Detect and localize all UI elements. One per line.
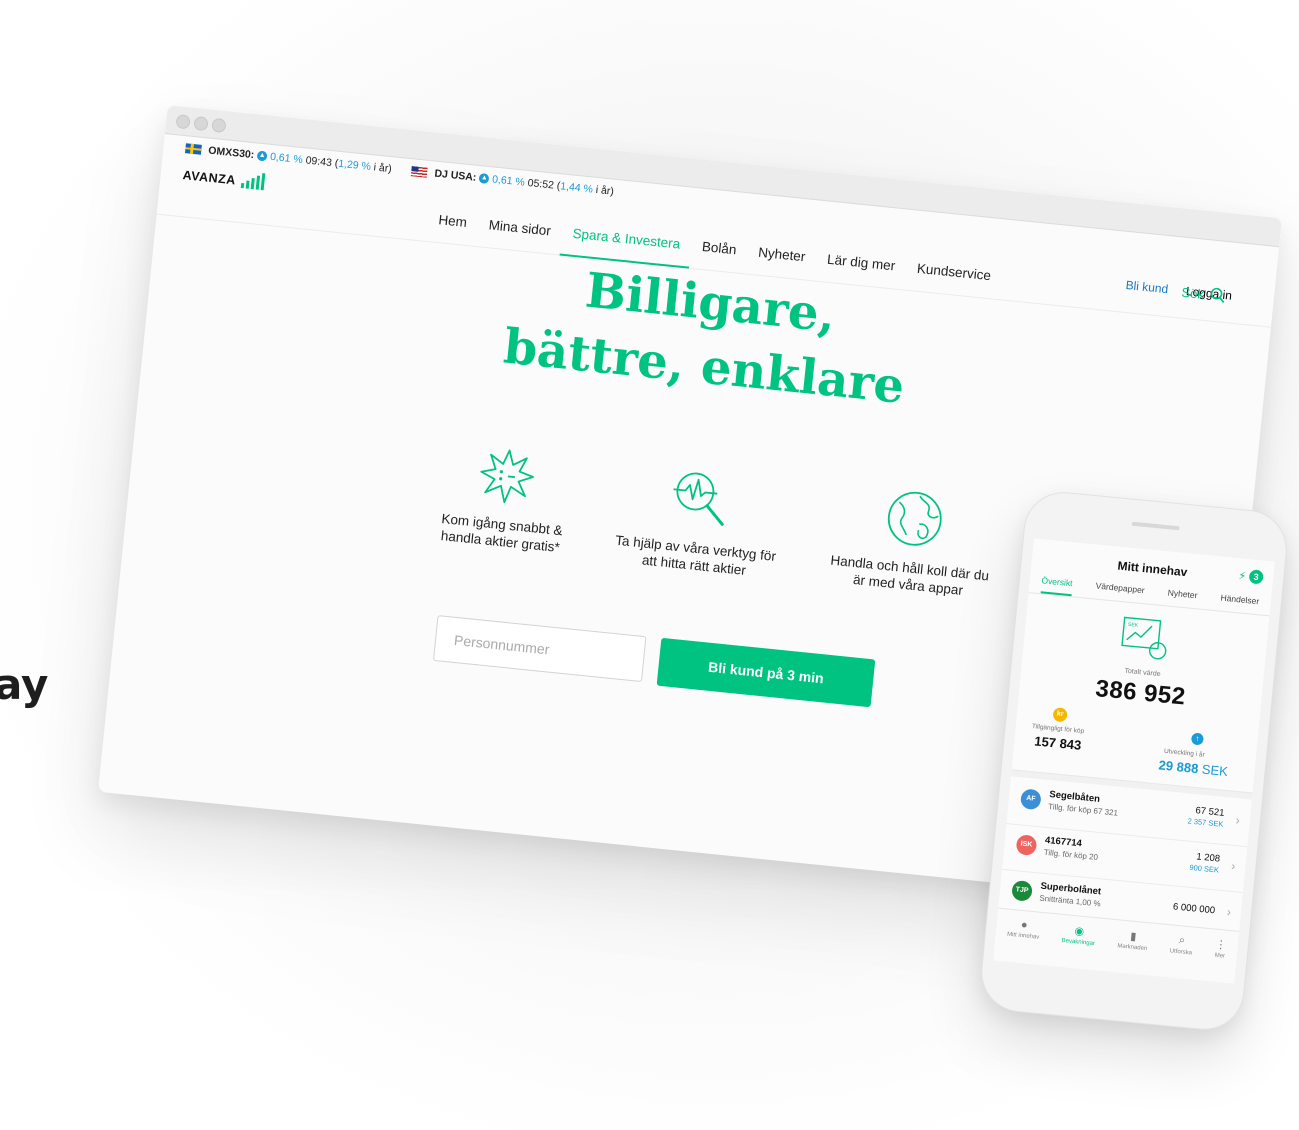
bottom-nav-marknaden[interactable]: ▮ Marknaden bbox=[1115, 920, 1150, 975]
development-label: Utveckling i år bbox=[1163, 747, 1206, 759]
bottom-nav-label: Bevakningar bbox=[1061, 937, 1096, 948]
person-icon: ● bbox=[1020, 918, 1029, 932]
chevron-right-icon: › bbox=[1235, 813, 1241, 828]
account-type-avatar: AF bbox=[1019, 788, 1042, 811]
ticker-change: 0,61 % bbox=[491, 173, 526, 189]
search-icon bbox=[1210, 287, 1225, 303]
globe-icon bbox=[887, 491, 942, 546]
bar-chart-icon: ▮ bbox=[1129, 930, 1137, 944]
tab-oversikt[interactable]: Översikt bbox=[1040, 575, 1074, 597]
logo-bars-icon bbox=[240, 172, 266, 191]
bottom-nav-bevakningar[interactable]: ◉ Bevakningar bbox=[1059, 915, 1097, 970]
search-icon: ⌕ bbox=[1178, 934, 1186, 947]
ticker-time: 05:52 bbox=[527, 176, 555, 192]
development-amount: 29 888 bbox=[1158, 757, 1200, 777]
account-name: 4167714 bbox=[1044, 834, 1083, 850]
notifications-badge[interactable]: ⚡ 3 bbox=[1237, 568, 1264, 585]
account-sub: Tillg. för köp 67 321 bbox=[1047, 802, 1119, 818]
more-vertical-icon: ⋮ bbox=[1214, 938, 1227, 952]
phone-device: Mitt innehav ⚡ 3 Översikt Värdepapper Ny… bbox=[977, 488, 1291, 1034]
badge-count: 3 bbox=[1248, 569, 1264, 585]
signup-cta-button[interactable]: Bli kund på 3 min bbox=[656, 637, 876, 708]
nav-hem[interactable]: Hem bbox=[425, 207, 479, 247]
account-type-avatar: ISK bbox=[1015, 834, 1038, 856]
avanza-logo[interactable]: AVANZA bbox=[182, 166, 266, 191]
bolt-icon: ⚡ bbox=[1237, 569, 1247, 583]
phone-screen: Mitt innehav ⚡ 3 Översikt Värdepapper Ny… bbox=[993, 538, 1275, 984]
feature-apps: Handla och håll koll där du är med våra … bbox=[813, 478, 1013, 603]
bottom-nav-utforska[interactable]: ⌕ Utforska bbox=[1167, 925, 1194, 979]
feature-quick-start: Kom igång snabbt & handla aktier gratis* bbox=[425, 439, 585, 558]
arrow-up-icon: ↑ bbox=[1190, 732, 1204, 746]
account-sub: Tillg. för köp 20 bbox=[1043, 847, 1099, 862]
chevron-right-icon: › bbox=[1230, 858, 1237, 874]
ticker-year-change: 1,44 % bbox=[559, 180, 594, 196]
feature-tools: Ta hjälp av våra verktyg för att hitta r… bbox=[599, 457, 799, 584]
account-change: 900 SEK bbox=[1189, 862, 1220, 875]
nav-bolan[interactable]: Bolån bbox=[689, 234, 749, 275]
burst-icon bbox=[480, 449, 534, 504]
clipped-heading-fragment: ay bbox=[0, 660, 49, 709]
ticker-year-change: 1,29 % bbox=[337, 157, 372, 173]
coin-icon: kr bbox=[1052, 707, 1068, 723]
bottom-nav-label: Marknaden bbox=[1117, 943, 1148, 953]
ticker-year-suffix: i år) bbox=[592, 183, 615, 198]
bottom-nav-mitt-innehav[interactable]: ● Mitt innehav bbox=[1004, 910, 1041, 965]
personnummer-input[interactable] bbox=[432, 615, 647, 683]
bottom-nav-label: Mitt innehav bbox=[1006, 931, 1040, 941]
magnifier-chart-icon bbox=[673, 472, 724, 526]
account-value: 6 000 000 bbox=[1172, 901, 1216, 917]
bottom-nav-label: Mer bbox=[1214, 952, 1226, 960]
window-minimize-button[interactable] bbox=[193, 115, 209, 132]
bottom-nav-mer[interactable]: ⋮ Mer bbox=[1212, 930, 1228, 983]
signup-link[interactable]: Bli kund bbox=[1125, 278, 1169, 296]
chevron-right-icon: › bbox=[1226, 904, 1232, 919]
logo-text: AVANZA bbox=[182, 168, 237, 188]
development-value: 29 888 SEK bbox=[1158, 757, 1229, 779]
bottom-nav-label: Utforska bbox=[1169, 948, 1193, 957]
account-value: 1 208 bbox=[1195, 851, 1221, 865]
sweden-flag-icon bbox=[184, 143, 202, 155]
ticker-name: OMXS30: bbox=[207, 144, 255, 162]
portfolio-chart-icon: SEK bbox=[1121, 616, 1167, 660]
account-type-avatar: TJP bbox=[1011, 879, 1033, 902]
phone-speaker bbox=[1131, 521, 1180, 531]
search-label: Sök bbox=[1180, 284, 1205, 302]
ticker-change: 0,61 % bbox=[269, 150, 304, 167]
tab-handelser[interactable]: Händelser bbox=[1220, 593, 1260, 607]
arrow-up-icon: ▲ bbox=[256, 150, 268, 162]
ticker-name: DJ USA: bbox=[433, 167, 477, 184]
window-zoom-button[interactable] bbox=[211, 117, 227, 134]
window-close-button[interactable] bbox=[175, 114, 191, 130]
eye-icon: ◉ bbox=[1073, 925, 1085, 938]
chart-currency-label: SEK bbox=[1128, 622, 1139, 629]
available-value: 157 843 bbox=[1033, 733, 1082, 753]
development-unit: SEK bbox=[1201, 761, 1229, 780]
arrow-up-icon: ▲ bbox=[478, 173, 490, 185]
ticker-time: 09:43 bbox=[305, 154, 333, 170]
ticker-year-suffix: i år) bbox=[370, 161, 393, 176]
usa-flag-icon bbox=[411, 166, 429, 178]
tab-nyheter[interactable]: Nyheter bbox=[1167, 587, 1198, 600]
tab-vardepapper[interactable]: Värdepapper bbox=[1095, 581, 1145, 596]
